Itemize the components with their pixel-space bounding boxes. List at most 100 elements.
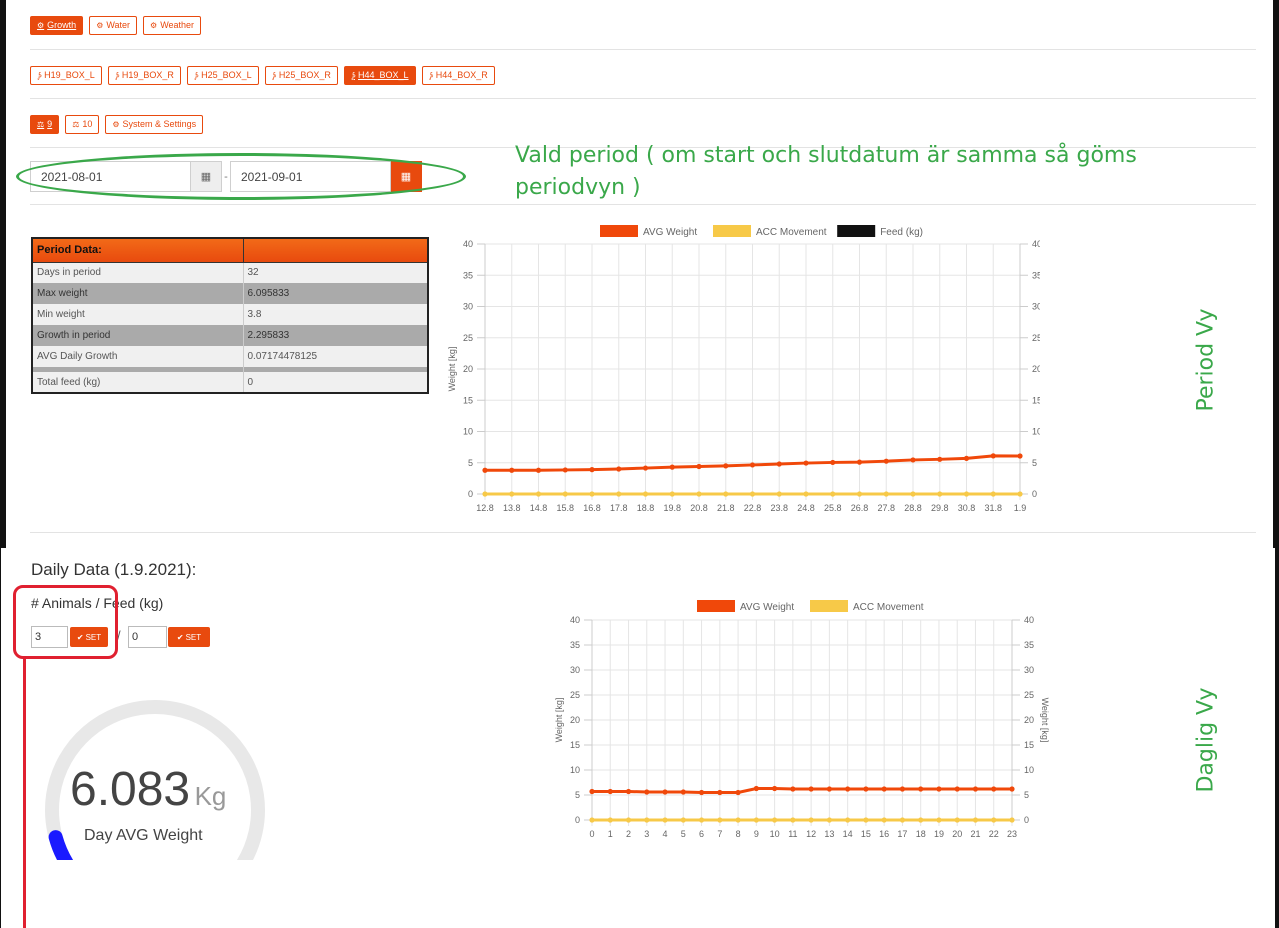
x-tick-label: 22.8: [744, 503, 762, 513]
set-label: SET: [185, 632, 202, 642]
data-point: [535, 467, 542, 473]
right-frame-edge: [1273, 0, 1279, 548]
tab-water[interactable]: ⚙ Water: [89, 16, 138, 35]
y-tick-label: 15: [463, 395, 473, 405]
tab-9[interactable]: ⚖ 9: [30, 115, 60, 134]
data-point: [698, 817, 705, 823]
x-tick-label: 4: [663, 829, 668, 839]
data-point: [717, 817, 723, 823]
y-tick-label: 10: [463, 427, 473, 437]
y2-tick-label: 15: [1032, 395, 1040, 405]
cogs-icon: ⚙: [112, 120, 120, 129]
row-value: 0.07174478125: [243, 346, 429, 367]
data-point: [698, 789, 705, 796]
rss-icon: ⨔: [193, 71, 199, 80]
gear-icon: ⚙: [37, 21, 45, 30]
data-point: [625, 817, 632, 823]
tab-h19-box-r[interactable]: ⨔ H19_BOX_R: [107, 66, 181, 85]
data-point: [1009, 786, 1015, 792]
legend-label: AVG Weight: [740, 602, 794, 613]
data-point: [776, 491, 782, 497]
table-row: Total feed (kg) 0: [32, 372, 429, 393]
tab-weather[interactable]: ⚙ Weather: [143, 16, 202, 35]
tab-h25-box-l[interactable]: ⨔ H25_BOX_L: [186, 66, 259, 85]
tab-growth[interactable]: ⚙ Growth: [30, 16, 84, 35]
data-point: [642, 491, 649, 497]
y-tick-label: 35: [463, 270, 473, 280]
x-tick-label: 19.8: [663, 503, 681, 513]
data-point: [963, 491, 970, 497]
data-point: [482, 491, 488, 497]
data-point: [830, 491, 836, 497]
divider: [30, 98, 1256, 99]
y2-tick-label: 20: [1024, 715, 1034, 725]
data-point: [808, 786, 814, 792]
data-point: [1009, 817, 1015, 823]
x-tick-label: 23.8: [770, 503, 788, 513]
y-tick-label: 0: [575, 815, 580, 825]
data-point: [607, 788, 613, 795]
data-point: [669, 464, 675, 470]
tab-label: Weather: [160, 20, 195, 30]
row-label: Growth in period: [32, 325, 244, 346]
rss-icon: ⨔: [271, 71, 276, 80]
data-point: [662, 817, 668, 823]
x-tick-label: 13.8: [503, 503, 521, 513]
period-note-line1: Vald period ( om start och slutdatum är …: [515, 143, 1137, 168]
tab-label: H19_BOX_R: [121, 70, 174, 80]
data-point: [863, 786, 869, 792]
set-feed-button[interactable]: ✔ SET: [168, 627, 210, 647]
data-point: [723, 491, 729, 497]
row-label: Min weight: [32, 304, 244, 325]
legend-label: AVG Weight: [643, 227, 697, 238]
data-point: [826, 817, 832, 823]
feed-input[interactable]: 0: [128, 626, 167, 648]
tab-h25-box-r[interactable]: ⨔ H25_BOX_R: [264, 66, 338, 85]
daily-view-label: Daglig Vy: [1193, 687, 1219, 793]
period-data-table: Period Data: Days in period 32 Max weight…: [31, 237, 429, 394]
x-tick-label: 29.8: [931, 503, 949, 513]
rss-icon: ⨔: [114, 71, 119, 80]
data-point: [735, 789, 741, 796]
tab-label: H44_BOX_L: [358, 70, 409, 80]
scale-icon: ⚖: [72, 120, 80, 129]
x-tick-label: 16: [879, 829, 889, 839]
data-point: [680, 817, 686, 823]
data-point: [669, 491, 675, 497]
legend-swatch: [837, 225, 876, 237]
gauge-label: Day AVG Weight: [84, 827, 203, 844]
period-data-header-value: [242, 237, 429, 263]
x-tick-label: 6: [699, 829, 704, 839]
x-tick-label: 14: [843, 829, 853, 839]
tab-h44-box-r[interactable]: ⨔ H44_BOX_R: [421, 66, 495, 85]
daily-weight-chart: AVG Weight ACC Movement0 05 510 1015 1520 2025…: [554, 600, 1050, 839]
y2-tick-label: 0: [1024, 815, 1029, 825]
period-weight-chart: AVG Weight ACC Movement Feed (kg) 0 0 5 5 10 10 1…: [447, 225, 1040, 513]
left-frame-edge-lower: [0, 548, 1, 928]
tab-h44-box-l[interactable]: ⨔ H44_BOX_L: [343, 66, 416, 85]
y-tick-label: 5: [468, 458, 473, 468]
x-tick-label: 1.9: [1014, 503, 1027, 513]
x-tick-label: 17.8: [610, 503, 628, 513]
data-point: [616, 466, 622, 472]
table-row: AVG Daily Growth 0.07174478125: [32, 346, 429, 367]
tab-system-settings[interactable]: ⚙ System & Settings: [105, 115, 204, 134]
tab-10[interactable]: ⚖ 10: [65, 115, 100, 134]
data-point: [509, 467, 515, 473]
x-tick-label: 26.8: [851, 503, 869, 513]
gauge-value: 6.083: [70, 763, 191, 816]
legend-swatch: [600, 225, 638, 237]
data-point: [881, 817, 887, 823]
data-point: [749, 491, 756, 497]
data-point: [680, 789, 686, 795]
data-point: [863, 817, 869, 823]
animals-annotation-box: [13, 585, 118, 659]
tab-h19-box-l[interactable]: ⨔ H19_BOX_L: [30, 66, 102, 85]
x-tick-label: 0: [589, 829, 594, 839]
tab-label: 9: [47, 119, 53, 129]
x-tick-label: 3: [644, 829, 649, 839]
data-point: [644, 789, 650, 795]
y2-tick-label: 30: [1032, 302, 1040, 312]
data-point: [990, 491, 996, 497]
data-point: [937, 456, 943, 462]
